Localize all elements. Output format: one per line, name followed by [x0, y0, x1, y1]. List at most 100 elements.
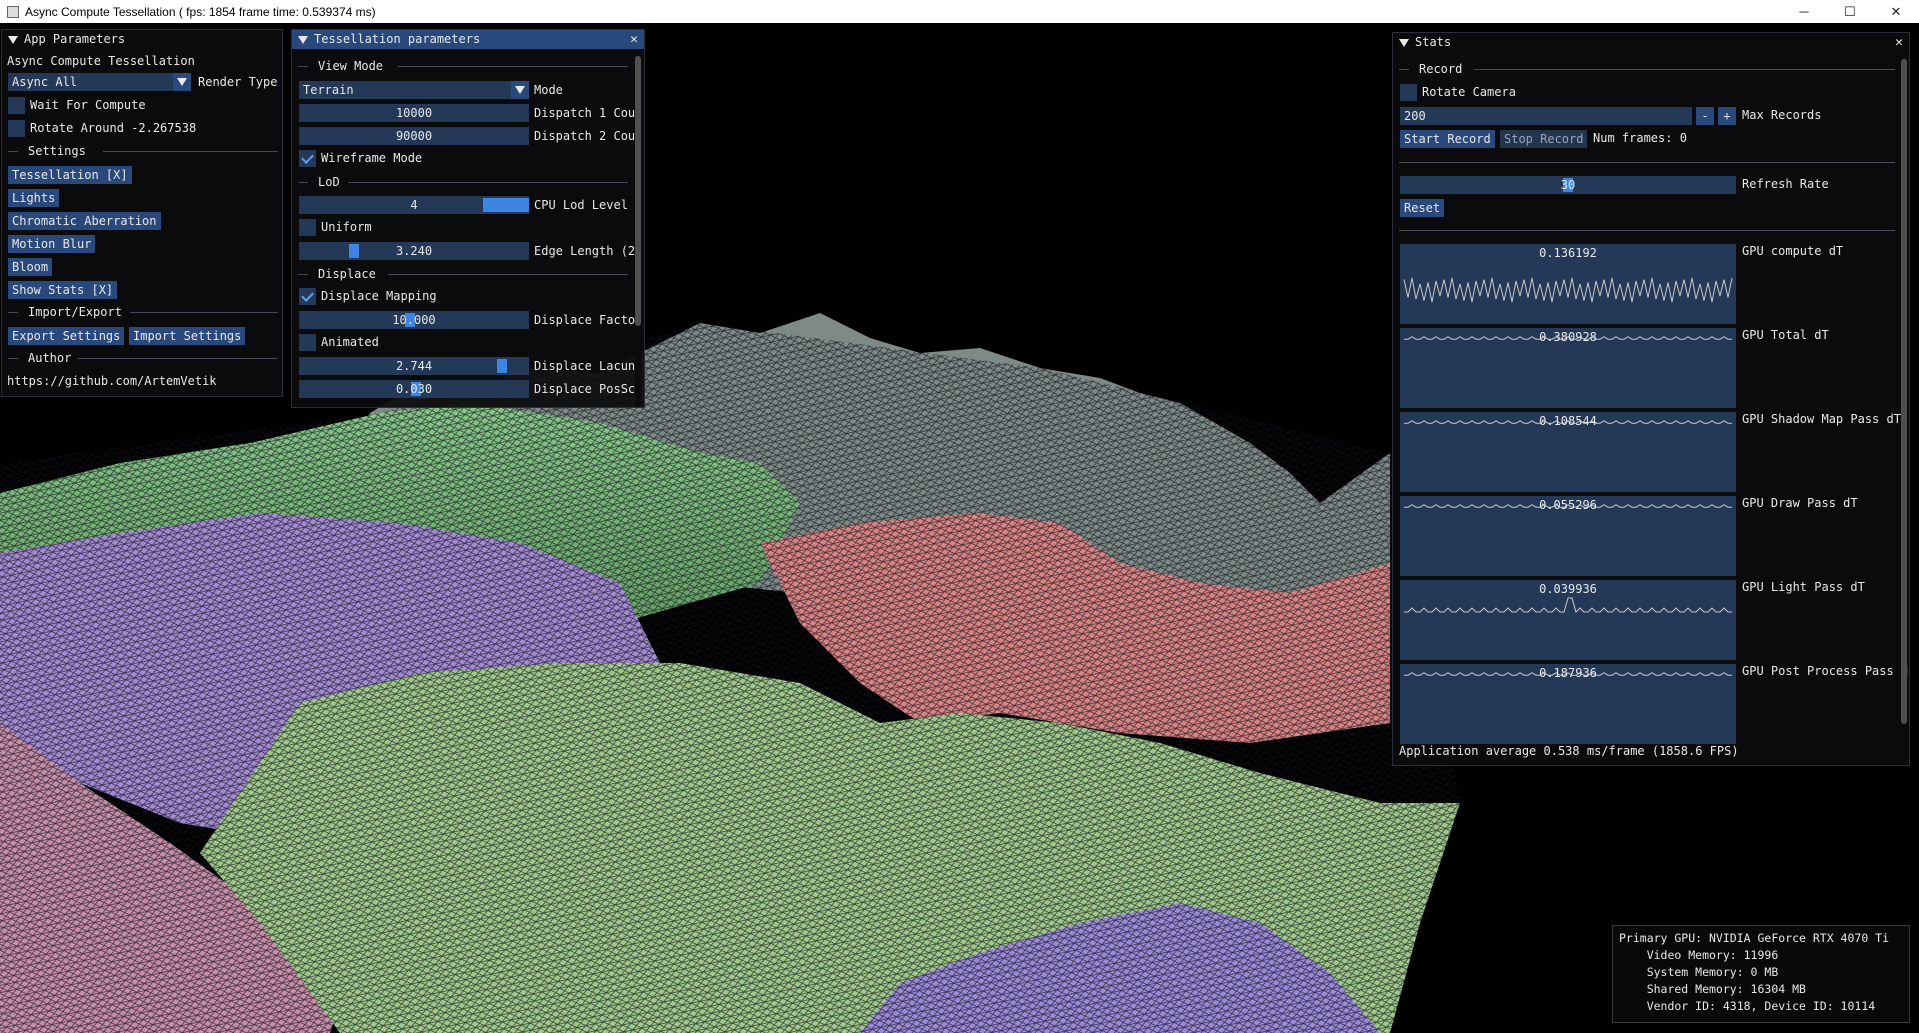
gpu-info-line: Vendor ID: 4318, Device ID: 10114	[1619, 999, 1876, 1013]
app-heading: Async Compute Tessellation	[7, 54, 195, 68]
wait-for-compute-label: Wait For Compute	[30, 98, 146, 112]
maximize-button[interactable]: ☐	[1827, 0, 1873, 23]
rotate-camera-checkbox[interactable]	[1400, 84, 1417, 101]
animated-checkbox[interactable]	[299, 334, 316, 351]
render-type-combo[interactable]: Async All	[8, 73, 191, 91]
bloom-button[interactable]: Bloom	[8, 258, 53, 276]
stats-titlebar[interactable]: Stats ✕	[1393, 33, 1909, 52]
displace-separator-label: Displace	[318, 267, 376, 281]
max-records-input[interactable]: 200	[1400, 107, 1692, 125]
displace-factor-value: 10.000	[392, 313, 436, 327]
slider-grab[interactable]	[349, 244, 359, 258]
close-window-button[interactable]: ✕	[1873, 0, 1919, 23]
dispatch2-input[interactable]: 90000	[299, 127, 529, 145]
close-icon[interactable]: ✕	[630, 30, 638, 49]
chevron-down-icon[interactable]	[511, 81, 529, 99]
mode-combo[interactable]: Terrain	[299, 81, 529, 99]
application-average: Application average 0.538 ms/frame (1858…	[1399, 744, 1739, 758]
chromatic-aberration-button[interactable]: Chromatic Aberration	[8, 212, 161, 230]
plot-label: GPU Total dT	[1742, 328, 1829, 342]
stats-separator	[1399, 221, 1895, 240]
stop-record-button[interactable]: Stop Record	[1500, 130, 1588, 148]
displace-lacunarity-label: Displace Lacun	[534, 359, 636, 373]
plot-label: GPU Shadow Map Pass dT	[1742, 412, 1901, 426]
close-icon[interactable]: ✕	[1895, 33, 1903, 52]
reset-button[interactable]: Reset	[1400, 199, 1445, 217]
cpu-lod-value: 4	[410, 198, 418, 212]
record-separator-label: Record	[1419, 62, 1463, 76]
window-titlebar: Async Compute Tessellation ( fps: 1854 f…	[0, 0, 1919, 23]
lights-button[interactable]: Lights	[8, 189, 60, 207]
uniform-checkbox[interactable]	[299, 219, 316, 236]
stats-window[interactable]: Stats ✕ Record Rotate Camera 200 - + Max…	[1392, 32, 1910, 766]
tessellation-parameters-window[interactable]: Tessellation parameters ✕ View Mode Terr…	[291, 29, 645, 408]
dispatch1-label: Dispatch 1 Cou	[534, 106, 636, 120]
author-link[interactable]: https://github.com/ArtemVetik	[7, 372, 217, 391]
plot-value: 0.187936	[1539, 666, 1597, 680]
app-parameters-titlebar[interactable]: App Parameters	[2, 30, 282, 49]
export-settings-button[interactable]: Export Settings	[8, 327, 125, 345]
plot-value: 0.136192	[1539, 246, 1597, 260]
tessellation-button[interactable]: Tessellation [X]	[8, 166, 132, 184]
collapse-arrow-icon[interactable]	[8, 36, 18, 44]
displace-mapping-checkbox[interactable]	[299, 288, 316, 305]
scrollbar[interactable]	[1901, 55, 1907, 762]
app-icon	[7, 5, 19, 18]
mode-value: Terrain	[303, 83, 354, 97]
displace-factor-label: Displace Facto	[534, 313, 636, 327]
collapse-arrow-icon[interactable]	[1399, 39, 1409, 47]
chevron-down-icon[interactable]	[173, 73, 191, 91]
dispatch2-label: Dispatch 2 Cou	[534, 129, 636, 143]
displace-separator: Displace	[298, 265, 628, 284]
wait-for-compute-checkbox[interactable]	[8, 97, 25, 114]
motion-blur-button[interactable]: Motion Blur	[8, 235, 96, 253]
edge-length-value: 3.240	[395, 244, 433, 258]
author-separator-label: Author	[28, 351, 72, 365]
render-type-label: Render Type	[198, 75, 278, 89]
stat-plot: 0.380928	[1400, 328, 1736, 408]
cpu-lod-slider[interactable]: 4	[299, 196, 529, 214]
decrement-button[interactable]: -	[1696, 107, 1714, 125]
scrollbar[interactable]	[635, 52, 641, 406]
import-export-separator-label: Import/Export	[28, 305, 122, 319]
stat-plot: 0.055296	[1400, 496, 1736, 576]
edge-length-slider[interactable]: 3.240	[299, 242, 529, 260]
gpu-info-line: Shared Memory: 16304 MB	[1619, 982, 1806, 996]
edge-length-label: Edge Length (2	[534, 244, 636, 258]
animated-label: Animated	[321, 335, 379, 349]
show-stats-button[interactable]: Show Stats [X]	[8, 281, 118, 299]
wireframe-mode-label: Wireframe Mode	[321, 151, 423, 165]
scrollbar-thumb[interactable]	[635, 56, 641, 326]
minimize-button[interactable]: ─	[1781, 0, 1827, 23]
settings-separator: Settings	[8, 142, 278, 161]
scrollbar-thumb[interactable]	[1901, 59, 1907, 724]
displace-lacunarity-slider[interactable]: 2.744	[299, 357, 529, 375]
cpu-lod-label: CPU Lod Level	[534, 198, 628, 212]
displace-posscale-slider[interactable]: 0.030	[299, 380, 529, 398]
wireframe-mode-checkbox[interactable]	[299, 150, 316, 167]
tessellation-titlebar[interactable]: Tessellation parameters ✕	[292, 30, 644, 49]
view-mode-separator-label: View Mode	[318, 59, 384, 73]
rotate-around-checkbox[interactable]	[8, 120, 25, 137]
displace-mapping-label: Displace Mapping	[321, 289, 437, 303]
collapse-arrow-icon[interactable]	[298, 36, 308, 44]
render-type-value: Async All	[12, 75, 78, 89]
displace-factor-slider[interactable]: 10.000	[299, 311, 529, 329]
rotate-camera-label: Rotate Camera	[1422, 85, 1516, 99]
dispatch1-input[interactable]: 10000	[299, 104, 529, 122]
increment-button[interactable]: +	[1718, 107, 1736, 125]
plot-label: GPU Post Process Pass d	[1742, 664, 1909, 678]
settings-separator-label: Settings	[28, 144, 86, 158]
displace-posscale-value: 0.030	[395, 382, 433, 396]
start-record-button[interactable]: Start Record	[1400, 130, 1495, 148]
displace-lacunarity-value: 2.744	[395, 359, 433, 373]
import-settings-button[interactable]: Import Settings	[129, 327, 246, 345]
slider-grab[interactable]	[497, 359, 507, 373]
gpu-info-line: System Memory: 0 MB	[1619, 965, 1779, 979]
stat-plot: 0.136192	[1400, 244, 1736, 324]
slider-grab[interactable]	[483, 198, 529, 212]
app-parameters-window[interactable]: App Parameters Async Compute Tessellatio…	[1, 29, 283, 397]
window-title-label: Stats	[1415, 35, 1452, 49]
record-separator: Record	[1399, 60, 1895, 79]
refresh-rate-slider[interactable]: 30	[1400, 176, 1736, 194]
